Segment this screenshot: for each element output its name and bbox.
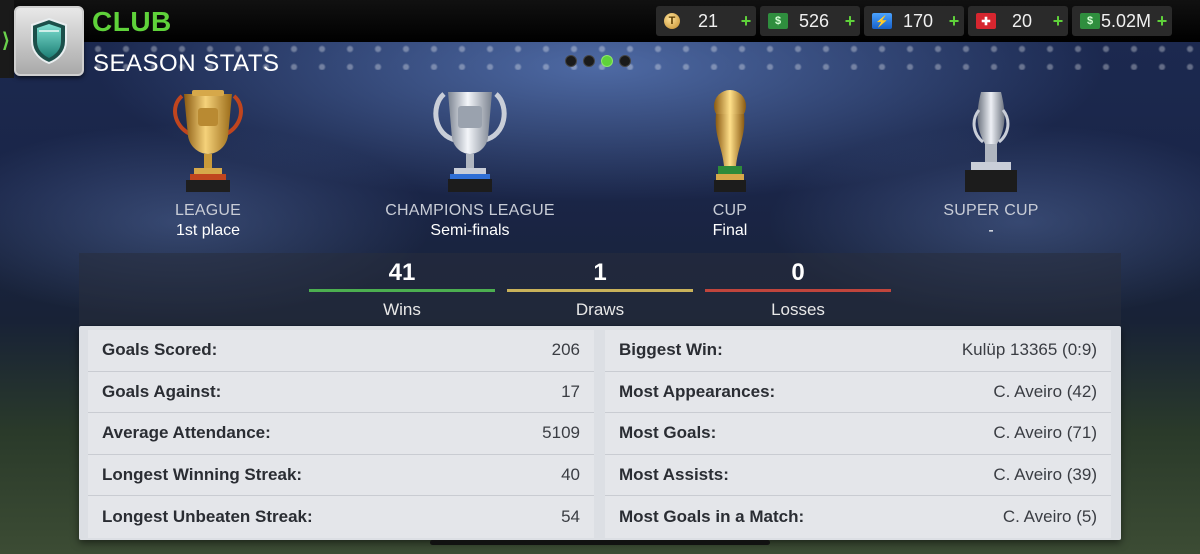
stat-label: Most Goals in a Match:: [619, 506, 805, 526]
currency-value: 21: [697, 10, 719, 31]
page-dot-active[interactable]: [601, 55, 613, 67]
home-indicator[interactable]: [430, 540, 770, 545]
stat-row: Longest Unbeaten Streak: 54: [88, 496, 594, 538]
losses-bar: [705, 289, 891, 292]
stat-value: 206: [551, 340, 580, 360]
losses-count: 0: [791, 259, 805, 286]
losses-label: Losses: [771, 300, 825, 319]
stat-row: Most Goals in a Match: C. Aveiro (5): [605, 496, 1111, 538]
trophy-name: CUP: [712, 202, 748, 219]
club-badge[interactable]: [14, 6, 84, 76]
season-record: 41 Wins 1 Draws 0 Losses: [79, 253, 1121, 325]
wins-bar: [309, 289, 495, 292]
page-dot[interactable]: [583, 55, 595, 67]
trophy-name: LEAGUE: [174, 202, 242, 219]
stat-label: Longest Winning Streak:: [102, 464, 303, 484]
stat-row: Longest Winning Streak: 40: [88, 454, 594, 496]
stat-label: Average Attendance:: [102, 423, 271, 443]
stat-row: Most Goals: C. Aveiro (71): [605, 413, 1111, 455]
chevron-left-icon: ⟩: [2, 30, 10, 52]
stat-label: Goals Scored:: [102, 340, 218, 360]
medical-kit-icon: ✚: [976, 13, 996, 29]
trophy-super-cup: SUPER CUP -: [891, 86, 1091, 240]
currency-value: 526: [798, 10, 830, 31]
record-losses: 0 Losses: [705, 259, 891, 320]
league-trophy-icon: [173, 90, 243, 192]
currency-value: 5.02M: [1100, 10, 1152, 31]
trophy-result: 1st place: [175, 222, 241, 239]
trophy-league: LEAGUE 1st place: [108, 86, 308, 240]
stat-label: Goals Against:: [102, 381, 222, 401]
back-button[interactable]: ⟩: [0, 0, 14, 78]
stat-label: Most Assists:: [619, 464, 729, 484]
page-dot[interactable]: [619, 55, 631, 67]
stat-value: 17: [561, 381, 580, 401]
wins-count: 41: [388, 259, 416, 286]
record-wins: 41 Wins: [309, 259, 495, 320]
trophy-champions-league: CHAMPIONS LEAGUE Semi-finals: [370, 86, 570, 240]
trophy-cup: CUP Final: [630, 86, 830, 240]
champions-league-trophy-icon: [433, 92, 507, 192]
cash-icon: $: [768, 13, 788, 29]
stats-column-left: Goals Scored: 206 Goals Against: 17 Aver…: [88, 330, 594, 538]
energy-icon: ⚡: [872, 13, 892, 29]
stat-row: Biggest Win: Kulüp 13365 (0:9): [605, 330, 1111, 372]
cup-trophy-icon: [714, 90, 746, 192]
stat-row: Average Attendance: 5109: [88, 413, 594, 455]
money-icon: $: [1080, 13, 1100, 29]
stat-value: Kulüp 13365 (0:9): [961, 340, 1097, 360]
stat-value: C. Aveiro (5): [1002, 506, 1097, 526]
stat-value: C. Aveiro (39): [993, 464, 1097, 484]
stat-label: Most Appearances:: [619, 381, 776, 401]
shield-icon: [31, 17, 67, 65]
add-energy-button[interactable]: +: [944, 11, 964, 32]
page-title: CLUB: [92, 6, 172, 37]
stat-value: C. Aveiro (71): [993, 423, 1097, 443]
currency-money[interactable]: $ 5.02M +: [1072, 6, 1172, 36]
draws-bar: [507, 289, 693, 292]
stat-value: 54: [561, 506, 580, 526]
stat-value: 40: [561, 464, 580, 484]
stat-value: C. Aveiro (42): [993, 381, 1097, 401]
page-indicator: [565, 55, 631, 67]
trophy-result: Final: [712, 222, 748, 239]
trophy-result: -: [988, 222, 994, 239]
currency-medical[interactable]: ✚ 20 +: [968, 6, 1068, 36]
currency-energy[interactable]: ⚡ 170 +: [864, 6, 964, 36]
currency-value: 170: [902, 10, 934, 31]
record-draws: 1 Draws: [507, 259, 693, 320]
stat-label: Biggest Win:: [619, 340, 723, 360]
stat-row: Goals Against: 17: [88, 371, 594, 413]
trophy-name: SUPER CUP: [943, 202, 1039, 219]
stat-row: Most Assists: C. Aveiro (39): [605, 454, 1111, 496]
add-money-button[interactable]: +: [1152, 11, 1172, 32]
stat-label: Longest Unbeaten Streak:: [102, 506, 313, 526]
section-title: SEASON STATS: [93, 50, 280, 77]
currency-value: 20: [1011, 10, 1033, 31]
page-dot[interactable]: [565, 55, 577, 67]
trophy-name: CHAMPIONS LEAGUE: [385, 202, 555, 219]
stat-row: Most Appearances: C. Aveiro (42): [605, 371, 1111, 413]
add-tokens-button[interactable]: +: [736, 11, 756, 32]
token-coin-icon: T: [664, 13, 680, 29]
super-cup-trophy-icon: [965, 92, 1017, 192]
add-cash-button[interactable]: +: [840, 11, 860, 32]
stat-value: 5109: [542, 423, 580, 443]
trophy-result: Semi-finals: [430, 222, 510, 239]
stats-column-right: Biggest Win: Kulüp 13365 (0:9) Most Appe…: [605, 330, 1111, 538]
draws-label: Draws: [575, 300, 625, 319]
currency-cash[interactable]: $ 526 +: [760, 6, 860, 36]
add-medical-button[interactable]: +: [1048, 11, 1068, 32]
draws-count: 1: [593, 259, 607, 286]
wins-label: Wins: [383, 300, 421, 319]
stats-panel: Goals Scored: 206 Goals Against: 17 Aver…: [79, 326, 1121, 540]
currency-tokens[interactable]: T 21 +: [656, 6, 756, 36]
stat-row: Goals Scored: 206: [88, 330, 594, 372]
stat-label: Most Goals:: [619, 423, 717, 443]
